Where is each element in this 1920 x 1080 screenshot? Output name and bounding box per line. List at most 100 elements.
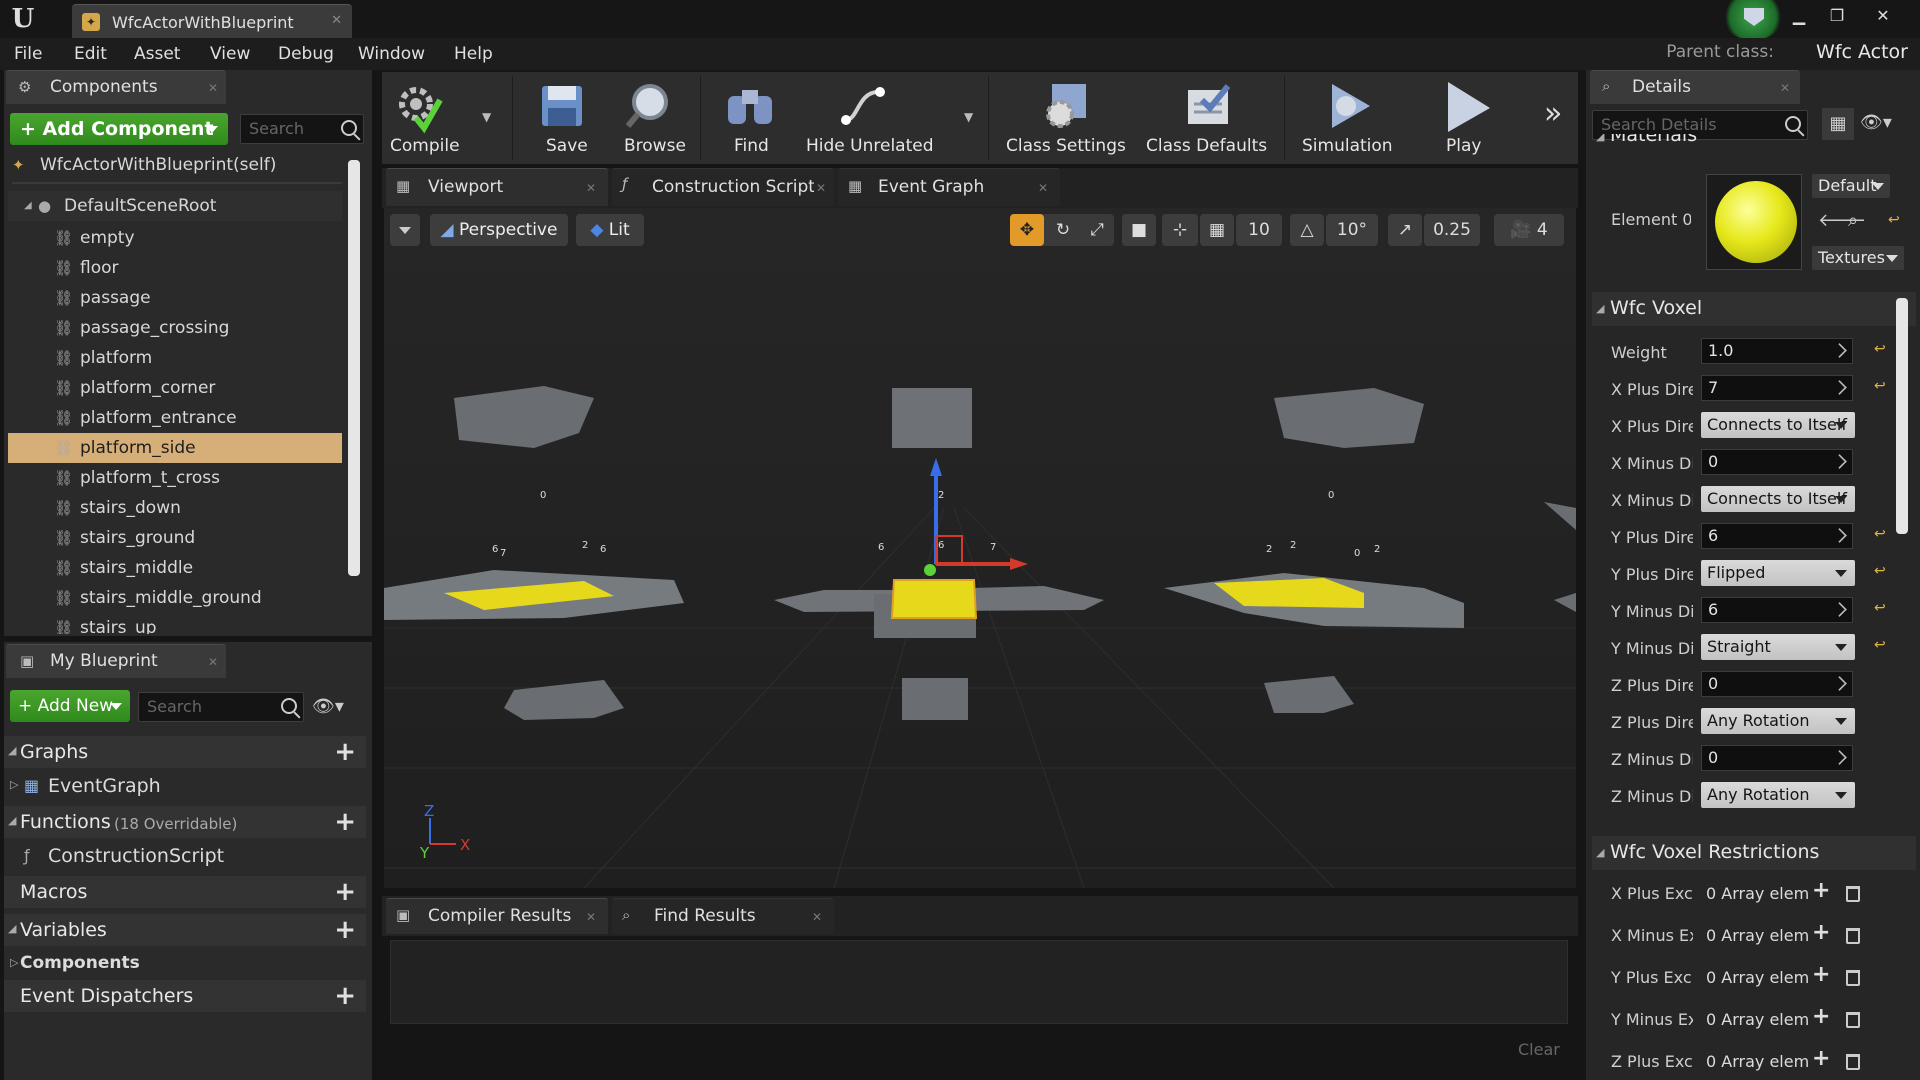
reset-to-default-icon[interactable]: ↩ [1874,600,1886,616]
spin-drag-icon[interactable] [1832,528,1847,543]
tree-item-component[interactable]: ⛓ floor [8,253,342,283]
close-tab-icon[interactable]: ✕ [1780,81,1790,95]
tab-event-graph[interactable]: ▦ Event Graph ✕ [838,168,1060,206]
components-scrollbar[interactable] [348,160,360,576]
material-thumbnail[interactable] [1706,174,1802,270]
simulation-button[interactable]: Simulation [1290,72,1410,164]
graphs-section[interactable]: ◢ Graphs + [4,736,366,768]
close-tab-icon[interactable]: ✕ [208,655,218,669]
spin-drag-icon[interactable] [1832,676,1847,691]
construction-script-item[interactable]: ƒ ConstructionScript [4,840,366,872]
tree-item-component[interactable]: ⛓ empty [8,223,342,253]
property-number-input[interactable]: 7 [1701,375,1853,401]
close-tab-icon[interactable]: ✕ [586,910,596,924]
world-local-icon[interactable]: ■ [1122,214,1156,246]
compile-button[interactable]: Compile ▼ [382,72,491,164]
translate-icon[interactable]: ✥ [1010,214,1044,246]
property-number-input[interactable]: 0 [1701,745,1853,771]
close-tab-icon[interactable]: ✕ [812,910,822,924]
add-element-icon[interactable]: + [1812,1004,1830,1029]
property-number-input[interactable]: 0 [1701,449,1853,475]
hide-unrelated-button[interactable]: Hide Unrelated ▼ [796,72,973,164]
parent-class-link[interactable]: Wfc Actor [1816,41,1908,63]
add-component-button[interactable]: + Add Component [10,113,228,145]
tree-item-component[interactable]: ⛓ stairs_middle_ground [8,583,342,613]
rotate-icon[interactable]: ↻ [1046,214,1080,246]
close-tab-icon[interactable]: ✕ [586,181,596,195]
tree-item-component[interactable]: ⛓ passage [8,283,342,313]
add-element-icon[interactable]: + [1812,878,1830,903]
tab-compiler-results[interactable]: ▣ Compiler Results ✕ [386,898,608,934]
trash-icon[interactable] [1846,886,1860,902]
add-element-icon[interactable]: + [1812,1046,1830,1071]
trash-icon[interactable] [1846,1012,1860,1028]
viewport[interactable]: 0 6 7 2 6 2 6 7 6 0 2 2 0 2 Z Y X [384,208,1576,888]
chevron-down-icon[interactable]: ▼ [482,110,491,124]
property-number-input[interactable]: 0 [1701,671,1853,697]
chevron-down-icon[interactable]: ▼ [964,110,973,124]
clear-button[interactable]: Clear [1518,1040,1560,1059]
tree-item-component[interactable]: ⛓ stairs_middle [8,553,342,583]
browse-button[interactable]: Browse [604,72,694,164]
add-element-icon[interactable]: + [1812,920,1830,945]
add-dispatcher-icon[interactable]: + [334,981,356,1011]
tree-item-default-scene-root[interactable]: ◢ ● DefaultSceneRoot [8,191,342,221]
scale-snap-icon[interactable]: ↗ [1388,214,1422,246]
tree-item-component[interactable]: ⛓ stairs_down [8,493,342,523]
wfc-voxel-section[interactable]: ◢ Wfc Voxel [1592,292,1916,326]
menu-window[interactable]: Window [358,44,425,64]
viewport-options-button[interactable] [390,214,420,246]
property-enum-dropdown[interactable]: Flipped [1701,560,1855,586]
tree-item-component[interactable]: ⛓ platform_entrance [8,403,342,433]
menu-asset[interactable]: Asset [134,44,180,64]
add-variable-icon[interactable]: + [334,915,356,945]
unreal-logo-icon[interactable]: U [6,2,40,36]
close-window-icon[interactable]: ✕ [1866,4,1900,28]
functions-section[interactable]: ◢ Functions (18 Overridable) + [4,806,366,838]
grid-snap-icon[interactable]: ▦ [1200,214,1234,246]
scale-snap-value[interactable]: 0.25 [1424,214,1480,246]
class-settings-button[interactable]: Class Settings [996,72,1136,164]
use-selected-icon[interactable]: 🡐 [1818,210,1866,231]
toolbar-overflow-icon[interactable]: » [1544,96,1562,131]
textures-dropdown[interactable]: Textures [1812,246,1904,270]
surface-snap-icon[interactable]: ⊹ [1162,214,1198,246]
property-enum-dropdown[interactable]: Connects to Itself [1701,486,1855,512]
grid-snap-value[interactable]: 10 [1236,214,1282,246]
details-scrollbar[interactable] [1896,298,1908,534]
tree-item-component[interactable]: ⛓ passage_crossing [8,313,342,343]
camera-speed-button[interactable]: 🎥 4 [1494,214,1564,246]
material-default-dropdown[interactable]: Default [1812,174,1890,198]
tree-item-component[interactable]: ⛓ platform_corner [8,373,342,403]
property-number-input[interactable]: 6 [1701,523,1853,549]
tree-item-component[interactable]: ⛓ platform_t_cross [8,463,342,493]
components-search-input[interactable]: Search [240,114,364,144]
add-graph-icon[interactable]: + [334,737,356,767]
tree-item-self[interactable]: ✦ WfcActorWithBlueprint(self) [8,150,342,180]
scale-icon[interactable]: ⤢ [1080,214,1114,246]
viewport-scene[interactable]: 0 6 7 2 6 2 6 7 6 0 2 2 0 2 Z Y X [384,208,1576,888]
class-defaults-button[interactable]: Class Defaults [1138,72,1278,164]
spin-drag-icon[interactable] [1832,380,1847,395]
components-tab[interactable]: ⚙ Components ✕ [6,70,226,104]
property-enum-dropdown[interactable]: Connects to Itself [1701,412,1855,438]
property-enum-dropdown[interactable]: Any Rotation [1701,708,1855,734]
reset-to-default-icon[interactable]: ↩ [1888,212,1900,228]
property-number-input[interactable]: 1.0 [1701,338,1853,364]
add-new-button[interactable]: + Add New [10,690,130,722]
perspective-button[interactable]: ◢ Perspective [430,214,568,246]
reset-to-default-icon[interactable]: ↩ [1874,637,1886,653]
my-blueprint-tab[interactable]: ▣ My Blueprint ✕ [6,644,226,678]
my-blueprint-search-input[interactable]: Search [138,692,304,722]
eye-icon[interactable]: 👁▾ [1860,112,1892,133]
spin-drag-icon[interactable] [1832,602,1847,617]
materials-section[interactable]: ◢ Materials [1592,134,1902,146]
menu-view[interactable]: View [210,44,250,64]
reset-to-default-icon[interactable]: ↩ [1874,526,1886,542]
tree-item-component[interactable]: ⛓ stairs_up [8,613,342,634]
tree-item-component[interactable]: ⛓ platform [8,343,342,373]
rotation-snap-value[interactable]: 10° [1326,214,1378,246]
tab-viewport[interactable]: ▦ Viewport ✕ [386,168,608,206]
close-tab-icon[interactable]: ✕ [1038,181,1048,195]
property-enum-dropdown[interactable]: Straight [1701,634,1855,660]
